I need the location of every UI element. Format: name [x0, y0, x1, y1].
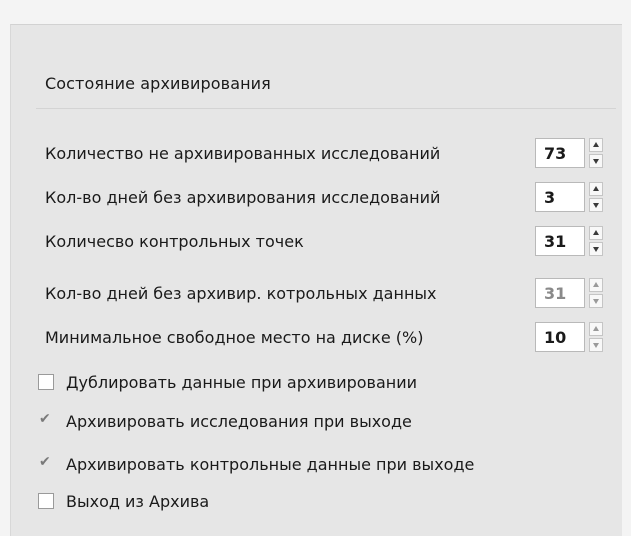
spinner-buttons: [589, 278, 603, 308]
checkbox-label: Дублировать данные при архивировании: [66, 373, 418, 392]
spinner-value: 10: [544, 328, 567, 347]
days-without-archiving-stepper[interactable]: 3: [535, 182, 607, 214]
chevron-up-icon[interactable]: [589, 322, 603, 336]
panel-title: Состояние архивирования: [45, 74, 271, 93]
spinner-label: Количесво контрольных точек: [45, 232, 304, 251]
spinner-value: 73: [544, 144, 567, 163]
unarchived-studies-stepper[interactable]: 73: [535, 138, 607, 170]
spinner-row-unarchived-studies: Количество не архивированных исследовани…: [0, 136, 631, 172]
spinner-label: Количество не архивированных исследовани…: [45, 144, 441, 163]
spinner-input[interactable]: 73: [535, 138, 585, 168]
spinner-buttons: [589, 322, 603, 352]
spinner-value: 3: [544, 188, 556, 207]
chevron-down-icon[interactable]: [589, 338, 603, 352]
spinner-row-min-free-space: Минимальное свободное место на диске (%)…: [0, 320, 631, 356]
spinner-input[interactable]: 31: [535, 226, 585, 256]
chevron-up-icon[interactable]: [589, 226, 603, 240]
checkbox-row-duplicate-data[interactable]: Дублировать данные при архивировании: [0, 366, 631, 400]
checkbox-row-archive-studies-on-exit[interactable]: ✔ Архивировать исследования при выходе: [0, 405, 631, 439]
spinner-input[interactable]: 31: [535, 278, 585, 308]
title-separator: [36, 108, 616, 109]
spinner-value: 31: [544, 232, 567, 251]
spinner-row-checkpoints: Количесво контрольных точек 31: [0, 224, 631, 260]
checkbox-label: Архивировать исследования при выходе: [66, 412, 412, 431]
spinner-buttons: [589, 138, 603, 168]
spinner-label: Минимальное свободное место на диске (%): [45, 328, 424, 347]
duplicate-data-checkbox[interactable]: [38, 374, 54, 390]
chevron-down-icon[interactable]: [589, 294, 603, 308]
checkbox-label: Выход из Архива: [66, 492, 210, 511]
spinner-row-days-without-control-data: Кол-во дней без архивир. котрольных данн…: [0, 276, 631, 312]
checkbox-label: Архивировать контрольные данные при выхо…: [66, 455, 475, 474]
spinner-buttons: [589, 182, 603, 212]
chevron-up-icon[interactable]: [589, 278, 603, 292]
spinner-value: 31: [544, 284, 567, 303]
chevron-up-icon[interactable]: [589, 138, 603, 152]
spinner-label: Кол-во дней без архивир. котрольных данн…: [45, 284, 437, 303]
exit-archive-checkbox[interactable]: [38, 493, 54, 509]
chevron-up-icon[interactable]: [589, 182, 603, 196]
chevron-down-icon[interactable]: [589, 154, 603, 168]
checkmark-icon[interactable]: ✔: [39, 454, 55, 470]
spinner-buttons: [589, 226, 603, 256]
checkbox-row-exit-archive[interactable]: Выход из Архива: [0, 485, 631, 519]
spinner-label: Кол-во дней без архивирования исследован…: [45, 188, 441, 207]
min-free-space-stepper[interactable]: 10: [535, 322, 607, 354]
days-without-control-data-stepper[interactable]: 31: [535, 278, 607, 310]
spinner-input[interactable]: 10: [535, 322, 585, 352]
chevron-down-icon[interactable]: [589, 242, 603, 256]
spinner-row-days-without-archiving: Кол-во дней без архивирования исследован…: [0, 180, 631, 216]
checkmark-icon[interactable]: ✔: [39, 411, 55, 427]
checkbox-row-archive-control-data-on-exit[interactable]: ✔ Архивировать контрольные данные при вы…: [0, 448, 631, 482]
checkpoints-stepper[interactable]: 31: [535, 226, 607, 258]
chevron-down-icon[interactable]: [589, 198, 603, 212]
spinner-input[interactable]: 3: [535, 182, 585, 212]
